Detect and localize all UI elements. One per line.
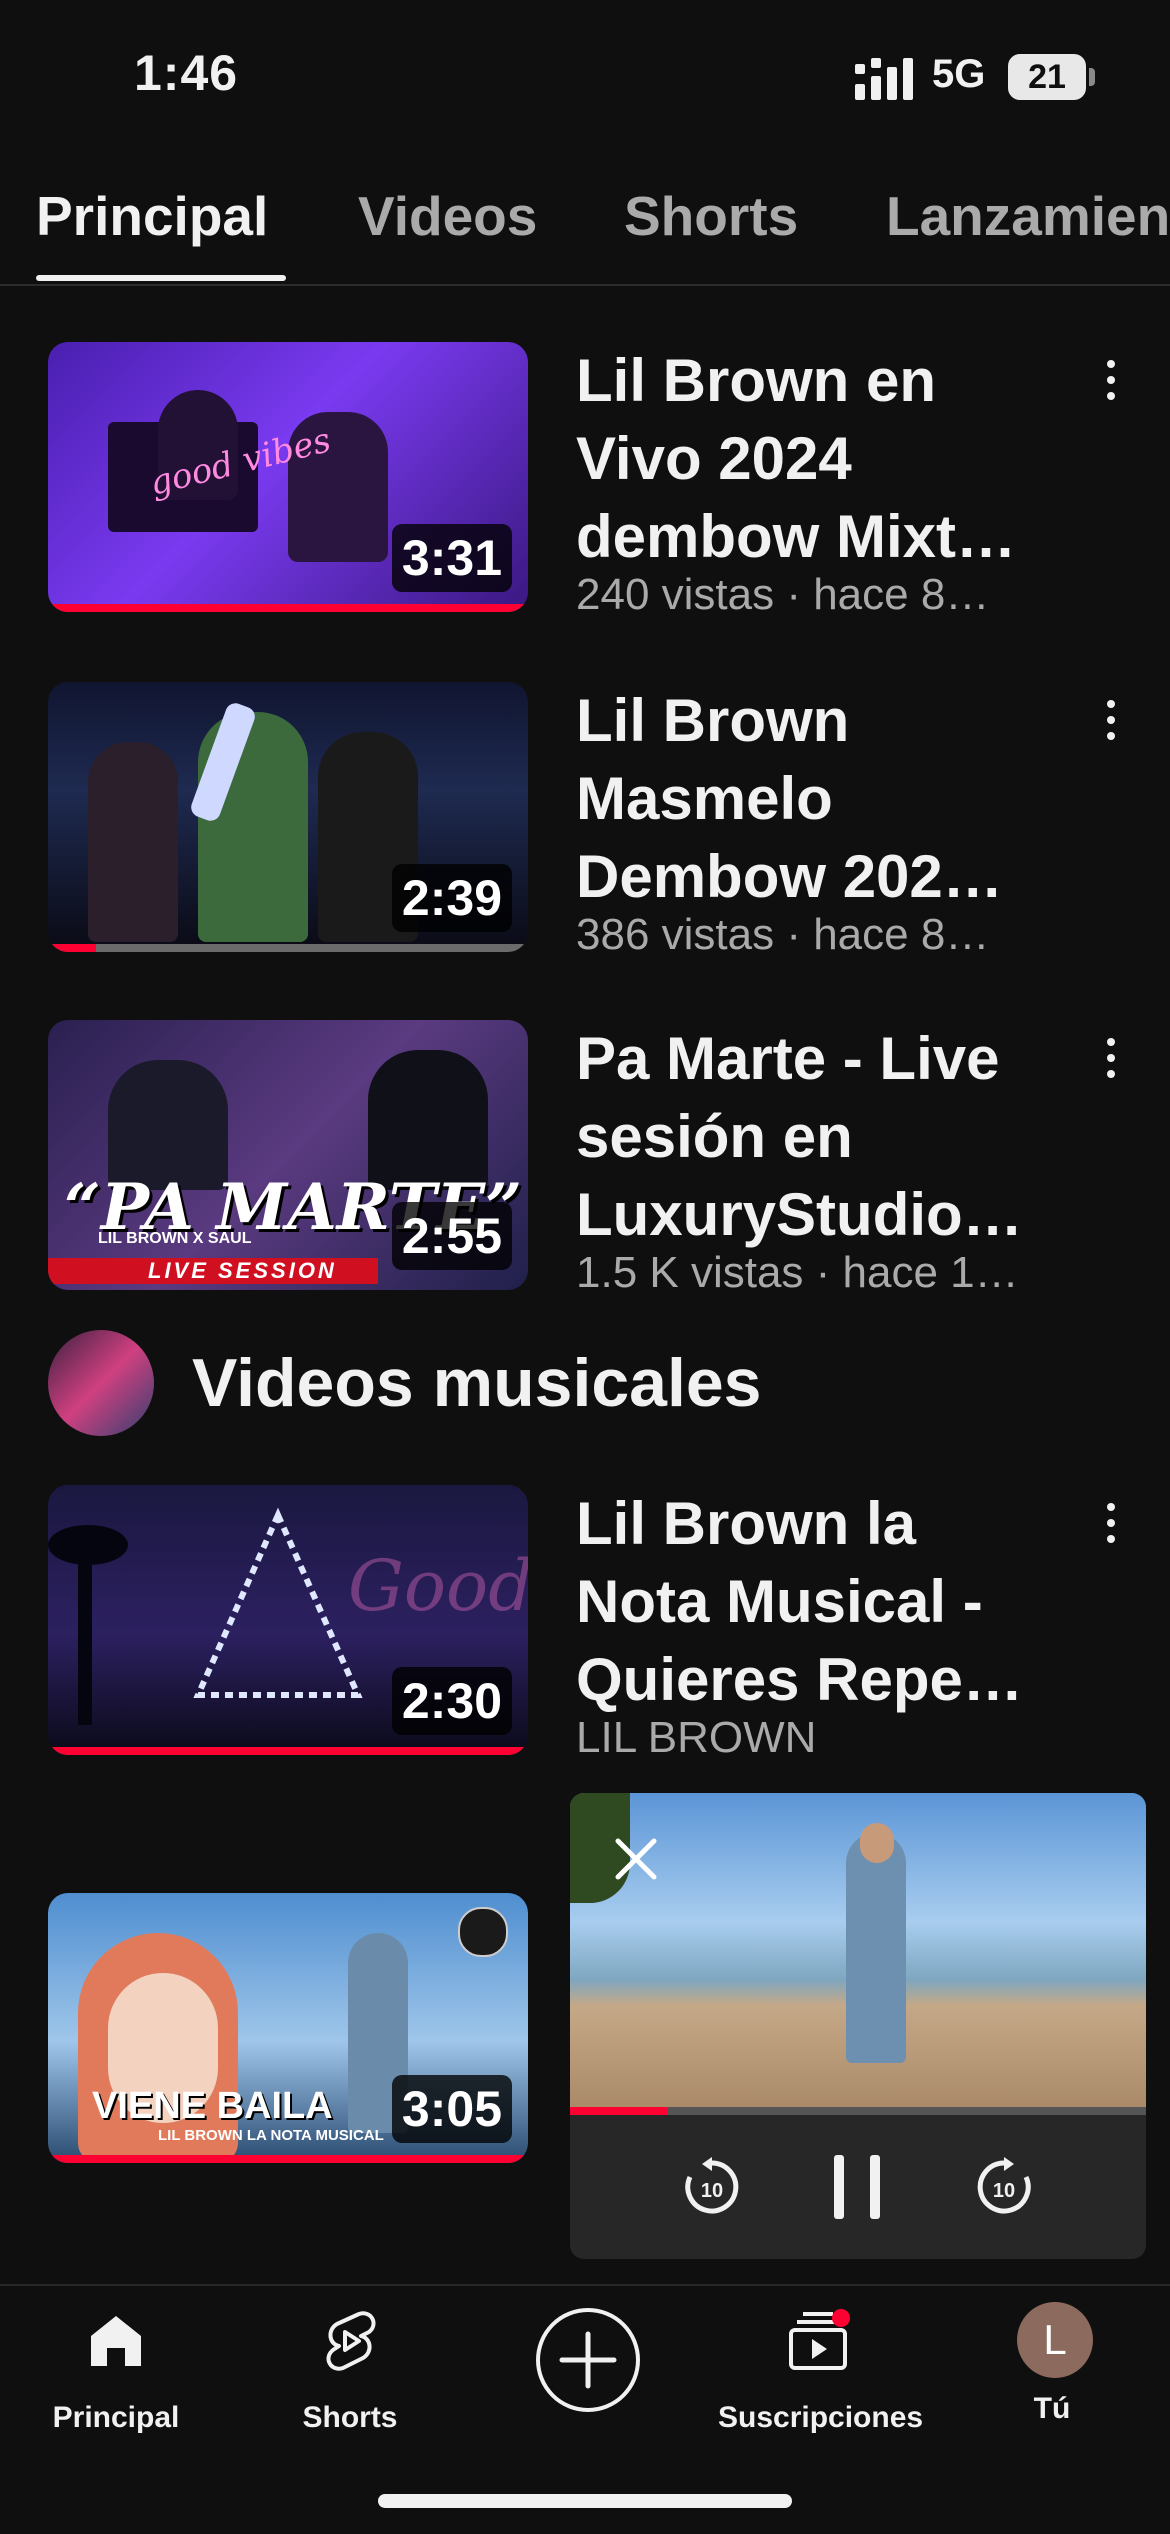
- svg-text:10: 10: [993, 2180, 1015, 2202]
- video-thumbnail[interactable]: Good 2:30: [48, 1485, 528, 1755]
- profile-avatar: L: [1017, 2302, 1093, 2378]
- nav-subscriptions-label: Suscripciones: [718, 2401, 924, 2434]
- video-thumbnail[interactable]: 2:39: [48, 682, 528, 952]
- pause-icon[interactable]: [826, 2151, 890, 2223]
- status-time: 1:46: [134, 45, 239, 101]
- close-icon[interactable]: [606, 1829, 666, 1889]
- more-options-icon[interactable]: [1096, 352, 1126, 412]
- watch-progress-bar: [48, 2155, 528, 2163]
- nav-shorts-label: Shorts: [302, 2401, 398, 2434]
- thumbnail-title-text: VIENE BAILA: [92, 2085, 333, 2127]
- channel-tabs: Principal Videos Shorts Lanzamientos: [0, 168, 1170, 286]
- video-duration: 2:30: [391, 1667, 512, 1735]
- nav-home[interactable]: Principal: [16, 2306, 216, 2435]
- home-indicator: [378, 2494, 792, 2508]
- neon-triangle-graphic: [193, 1507, 363, 1698]
- video-title[interactable]: Pa Marte - Live sesión en LuxuryStudio…: [576, 1020, 1066, 1254]
- section-header[interactable]: Videos musicales: [0, 1330, 1170, 1440]
- battery-cap: [1089, 68, 1095, 86]
- video-meta: 240 vistas · hace 8…: [576, 570, 990, 619]
- forward-10-icon[interactable]: 10: [972, 2155, 1036, 2219]
- tab-lanzamientos[interactable]: Lanzamientos: [886, 184, 1170, 248]
- miniplayer[interactable]: 10 10: [570, 1793, 1146, 2259]
- video-meta: 386 vistas · hace 8…: [576, 910, 990, 959]
- miniplayer-controls: 10 10: [570, 2115, 1146, 2259]
- video-thumbnail[interactable]: “PA MARTE” LIL BROWN X SAUL LIVE SESSION…: [48, 1020, 528, 1290]
- video-meta: 1.5 K vistas · hace 1…: [576, 1248, 1019, 1297]
- replay-10-icon[interactable]: 10: [680, 2155, 744, 2219]
- video-title[interactable]: Lil Brown Masmelo Dembow 202…: [576, 682, 1066, 916]
- battery-icon: 21: [1008, 54, 1086, 100]
- thumbnail-banner-text: LIVE SESSION: [148, 1258, 337, 1283]
- tab-shorts[interactable]: Shorts: [624, 184, 798, 248]
- watch-progress-bar: [48, 604, 528, 612]
- shorts-icon: [326, 2311, 376, 2371]
- home-icon: [91, 2316, 141, 2366]
- video-duration: 3:05: [391, 2075, 512, 2143]
- nav-home-label: Principal: [52, 2401, 180, 2434]
- tab-principal[interactable]: Principal: [36, 184, 268, 248]
- nav-you[interactable]: L Tú: [952, 2302, 1152, 2426]
- nav-you-label: Tú: [1033, 2392, 1071, 2425]
- watch-progress-bar: [48, 1747, 528, 1755]
- nav-subscriptions[interactable]: Suscripciones: [718, 2306, 924, 2435]
- miniplayer-progress-bar[interactable]: [570, 2107, 1146, 2115]
- subscriptions-icon: [789, 2309, 850, 2370]
- miniplayer-video[interactable]: [570, 1793, 1146, 2115]
- network-type: 5G: [932, 52, 986, 96]
- nav-shorts[interactable]: Shorts: [250, 2306, 450, 2435]
- video-duration: 3:31: [391, 524, 512, 592]
- more-options-icon[interactable]: [1096, 692, 1126, 752]
- more-options-icon[interactable]: [1096, 1495, 1126, 1555]
- svg-text:10: 10: [701, 2180, 723, 2202]
- video-duration: 2:55: [391, 1202, 512, 1270]
- watch-progress-bar: [48, 944, 528, 952]
- video-title[interactable]: Lil Brown la Nota Musical - Quieres Repe…: [576, 1485, 1066, 1719]
- video-title[interactable]: Lil Brown en Vivo 2024 dembow Mixt…: [576, 342, 1066, 576]
- cellular-signal-icon: [855, 58, 913, 100]
- thumbnail-subtitle-text: LIL BROWN X SAUL: [98, 1230, 252, 1247]
- thumbnail-subtitle-text: LIL BROWN LA NOTA MUSICAL: [158, 2127, 384, 2144]
- plus-icon: [559, 2331, 617, 2389]
- more-options-icon[interactable]: [1096, 1030, 1126, 1090]
- tab-videos[interactable]: Videos: [358, 184, 537, 248]
- create-button[interactable]: [536, 2308, 640, 2412]
- active-tab-indicator: [36, 275, 286, 281]
- channel-avatar[interactable]: [48, 1330, 154, 1436]
- video-channel: LIL BROWN: [576, 1713, 817, 1762]
- status-bar: 1:46 5G 21: [0, 0, 1170, 150]
- section-title[interactable]: Videos musicales: [192, 1344, 762, 1422]
- video-thumbnail[interactable]: good vibes 3:31: [48, 342, 528, 612]
- video-thumbnail[interactable]: VIENE BAILA LIL BROWN LA NOTA MUSICAL 3:…: [48, 1893, 528, 2163]
- video-duration: 2:39: [391, 864, 512, 932]
